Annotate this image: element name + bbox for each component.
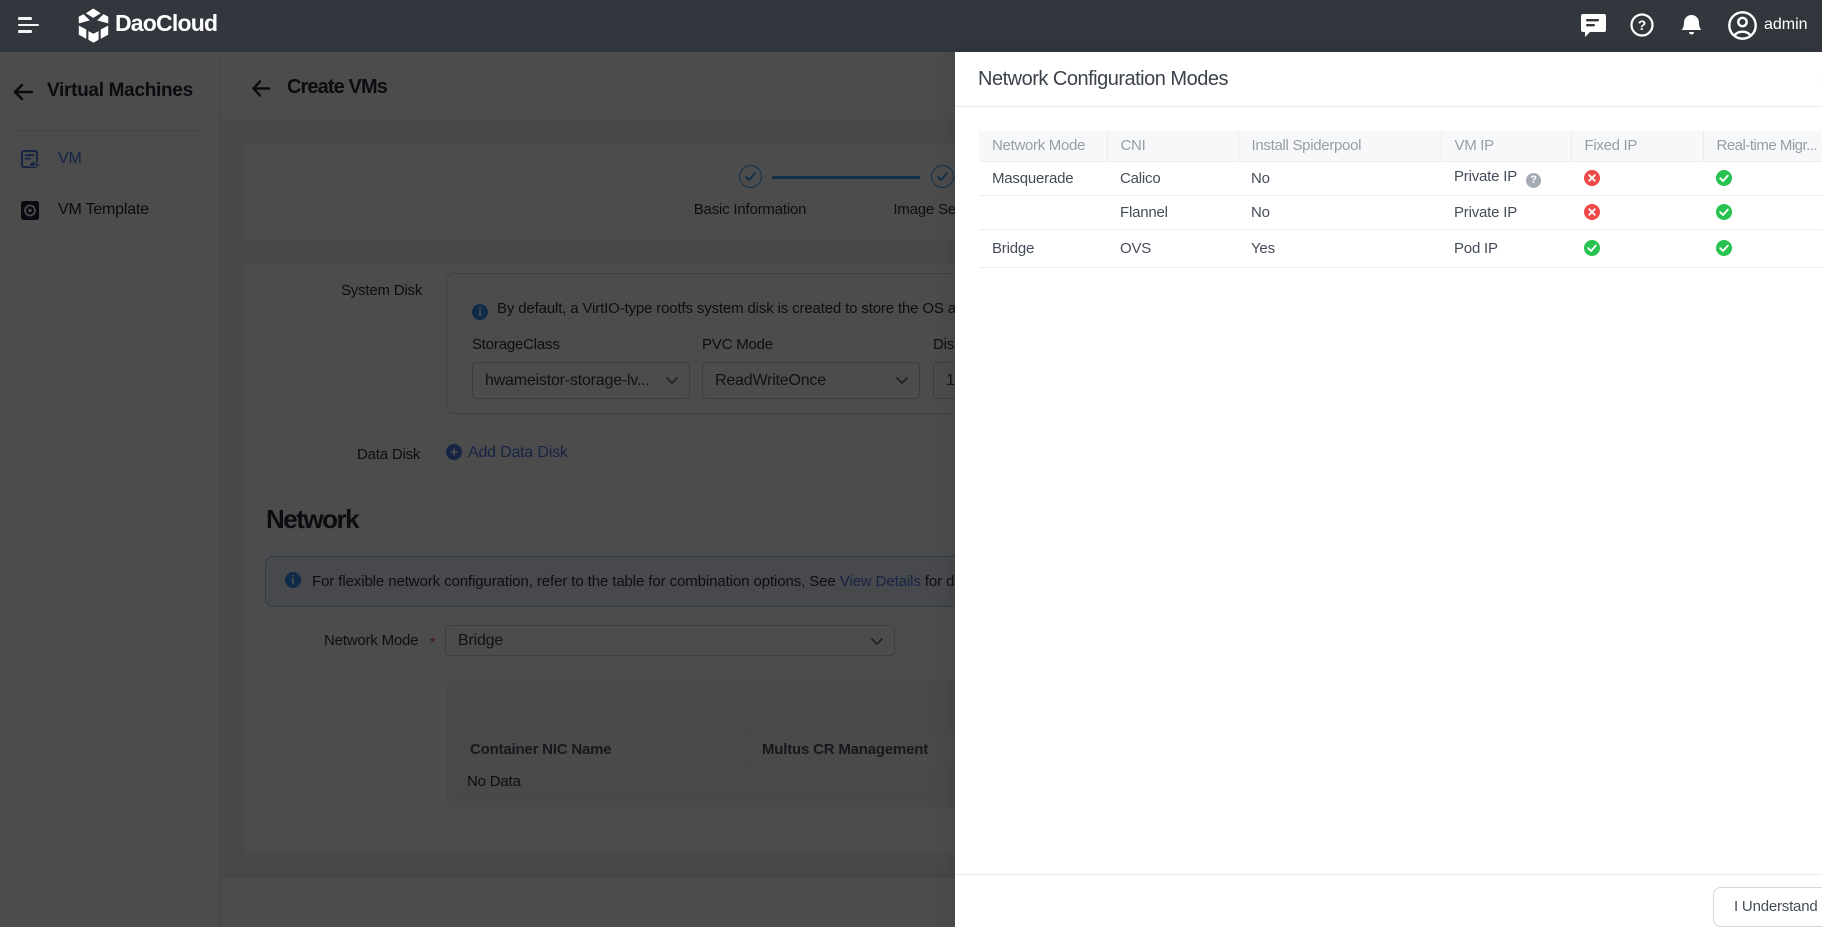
svg-text:?: ? — [1638, 17, 1647, 33]
